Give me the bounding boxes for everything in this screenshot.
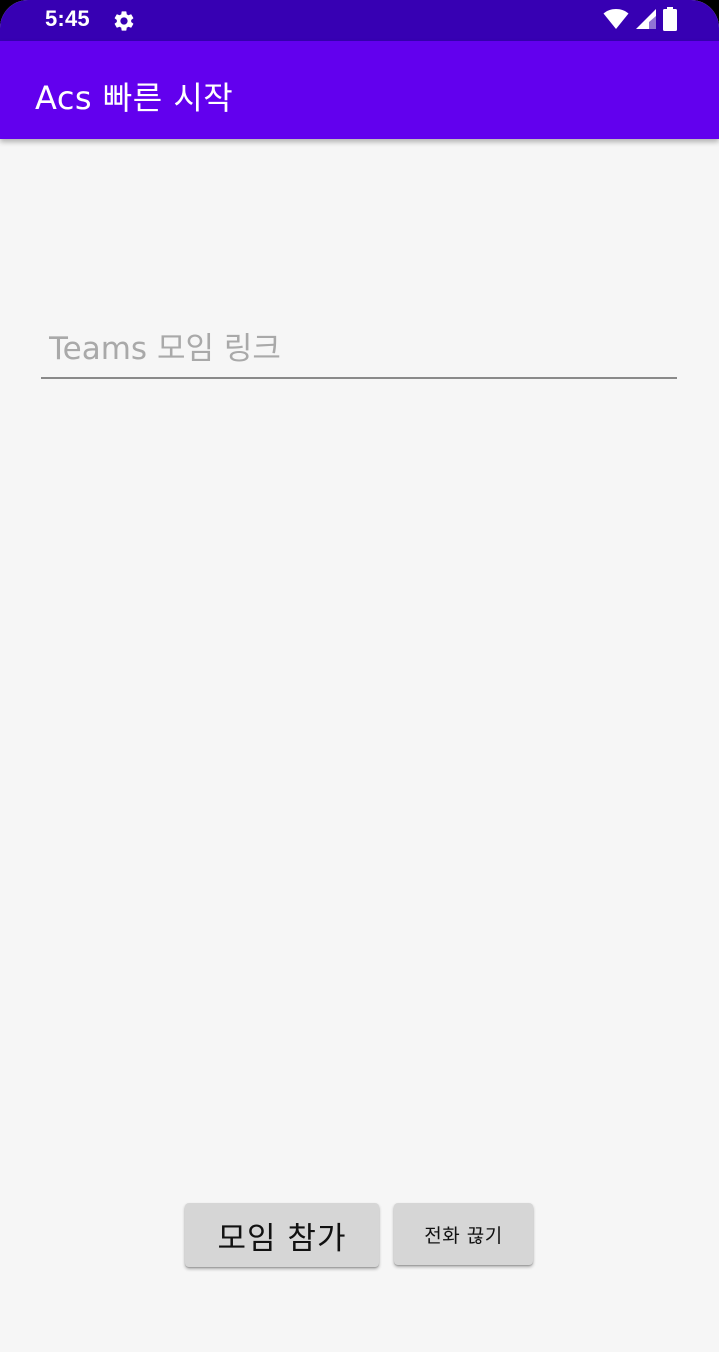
status-bar: 5:45 [0,0,719,41]
join-meeting-button[interactable]: 모임 참가 [185,1203,379,1267]
status-icons [603,7,677,35]
hang-up-button[interactable]: 전화 끊기 [394,1203,533,1265]
status-time: 5:45 [45,6,90,31]
phone-screen: 5:45 Acs 빠른 시작 Teams 모임 링크 모임 참가 전화 끊기 [0,0,719,1352]
signal-icon [635,8,657,34]
gear-icon [112,9,136,33]
main-content: 모임 참가 전화 끊기 [0,139,719,1352]
wifi-icon [603,8,629,34]
meeting-link-input[interactable] [41,325,677,379]
app-bar: Acs 빠른 시작 [0,41,719,139]
battery-icon [663,7,677,35]
app-title: Acs 빠른 시작 [35,79,234,117]
